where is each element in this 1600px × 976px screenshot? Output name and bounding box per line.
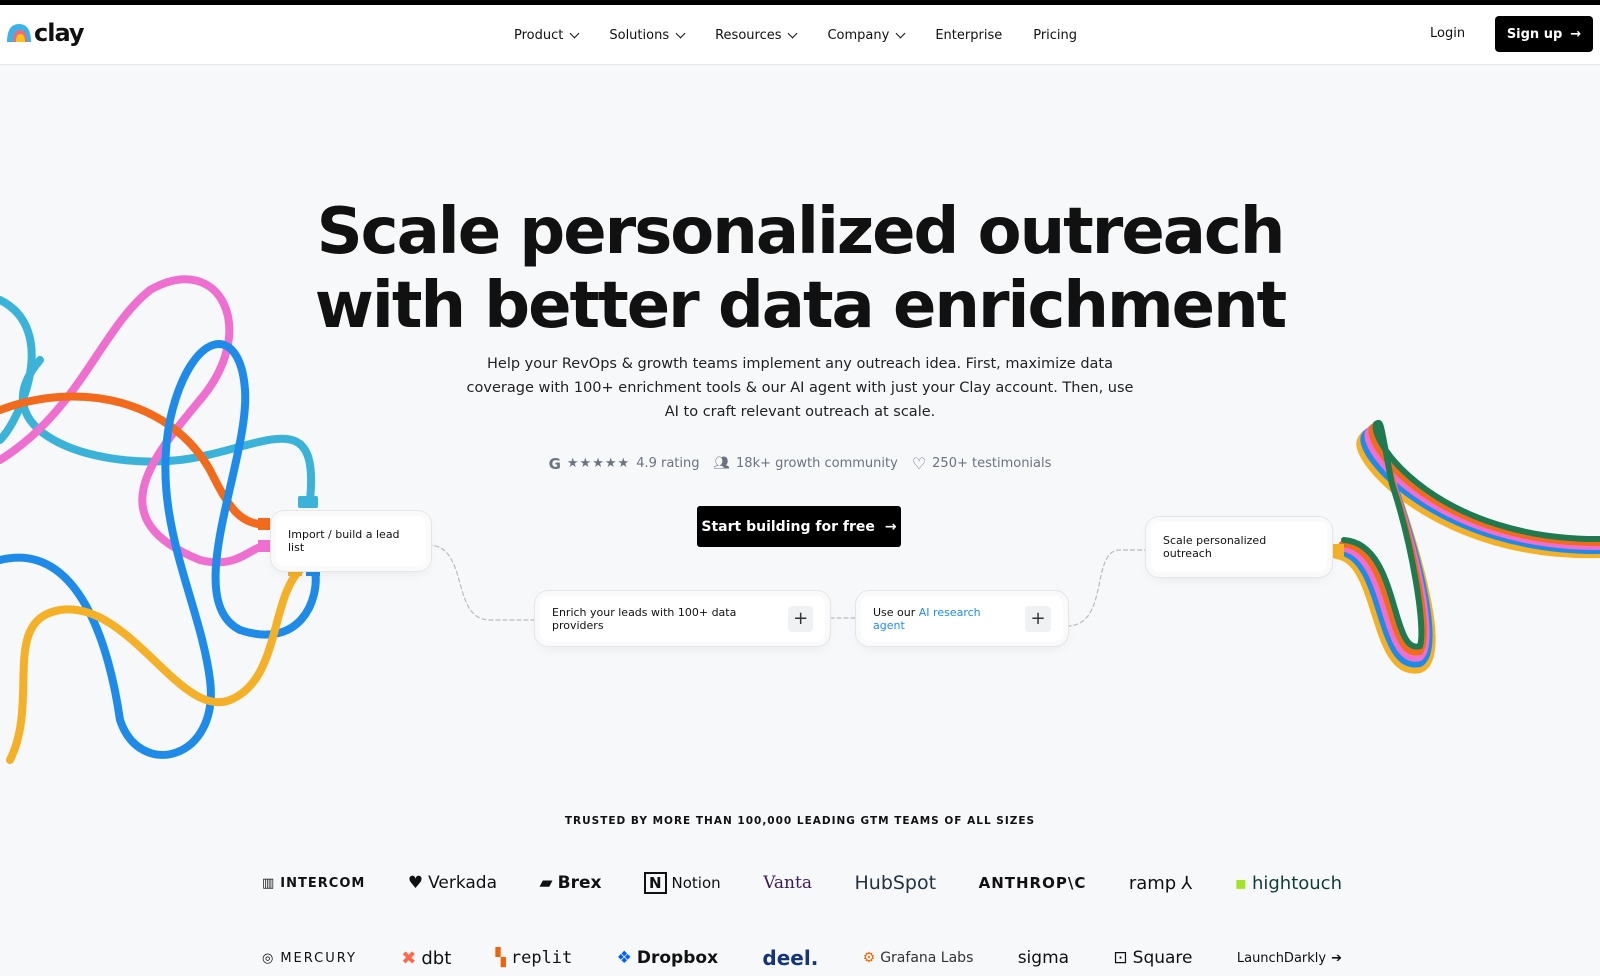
vanta-logo: Vanta bbox=[763, 873, 812, 893]
flow-step-enrich: Enrich your leads with 100+ data provide… bbox=[540, 596, 825, 641]
users-icon: 👥︎ bbox=[713, 456, 731, 471]
launchdarkly-logo: LaunchDarkly ➔ bbox=[1236, 950, 1342, 966]
hero-subtitle: Help your RevOps & growth teams implemen… bbox=[466, 356, 1134, 420]
notion-logo: N Notion bbox=[643, 872, 721, 894]
flow-step-research: Use our AI research agent + bbox=[861, 596, 1063, 641]
grafana-logo: ⚙ Grafana Labs bbox=[862, 950, 974, 966]
hubspot-logo: HubSpot bbox=[854, 872, 937, 894]
verkada-logo: ♥ Verkada bbox=[407, 873, 498, 893]
mercury-logo: ◎ MERCURY bbox=[262, 950, 357, 966]
brex-logo: ▰ Brex bbox=[539, 873, 602, 893]
intercom-logo: ▥ INTERCOM bbox=[262, 875, 366, 891]
square-logo: ⊡ Square bbox=[1113, 948, 1193, 968]
arrow-right-icon: → bbox=[884, 518, 897, 535]
flow-step-import: Import / build a lead list bbox=[276, 516, 426, 566]
logo-row-1: ▥ INTERCOM ♥ Verkada ▰ Brex N Notion Van… bbox=[262, 872, 1342, 894]
replit-logo: ▚ replit bbox=[495, 948, 573, 968]
start-building-button[interactable]: Start building for free → bbox=[697, 506, 901, 547]
deel-logo: deel. bbox=[762, 946, 819, 970]
sigma-logo: sigma bbox=[1017, 948, 1070, 968]
add-button[interactable]: + bbox=[788, 605, 813, 632]
social-proof: G ★★★★★ 4.9 rating 👥︎ 18k+ growth community… bbox=[0, 454, 1600, 473]
trusted-heading: TRUSTED BY MORE THAN 100,000 LEADING GTM… bbox=[564, 815, 1036, 827]
community: 👥︎ 18k+ growth community bbox=[713, 456, 898, 471]
flow-step-outreach: Scale personalized outreach bbox=[1151, 522, 1327, 572]
anthropic-logo: ANTHROP\C bbox=[978, 874, 1087, 892]
add-button[interactable]: + bbox=[1025, 605, 1051, 632]
hero-title: Scale personalized outreach with better d… bbox=[314, 195, 1287, 343]
dropbox-logo: ❖ Dropbox bbox=[616, 948, 719, 968]
g2-icon: G bbox=[548, 454, 561, 473]
testimonials: ♡ 250+ testimonials bbox=[911, 454, 1052, 473]
logo-row-2: ◎ MERCURY ✖ dbt ▚ replit ❖ Dropbox deel. ⚙ G… bbox=[262, 946, 1342, 970]
dbt-logo: ✖ dbt bbox=[401, 947, 452, 969]
hightouch-logo: ▪ hightouch bbox=[1234, 872, 1342, 894]
decorative-wires bbox=[0, 275, 1600, 764]
ramp-logo: ramp ⅄ bbox=[1128, 872, 1193, 894]
stars-icon: ★★★★★ bbox=[566, 456, 631, 471]
heart-icon: ♡ bbox=[911, 454, 927, 473]
rating: G ★★★★★ 4.9 rating bbox=[548, 454, 700, 473]
